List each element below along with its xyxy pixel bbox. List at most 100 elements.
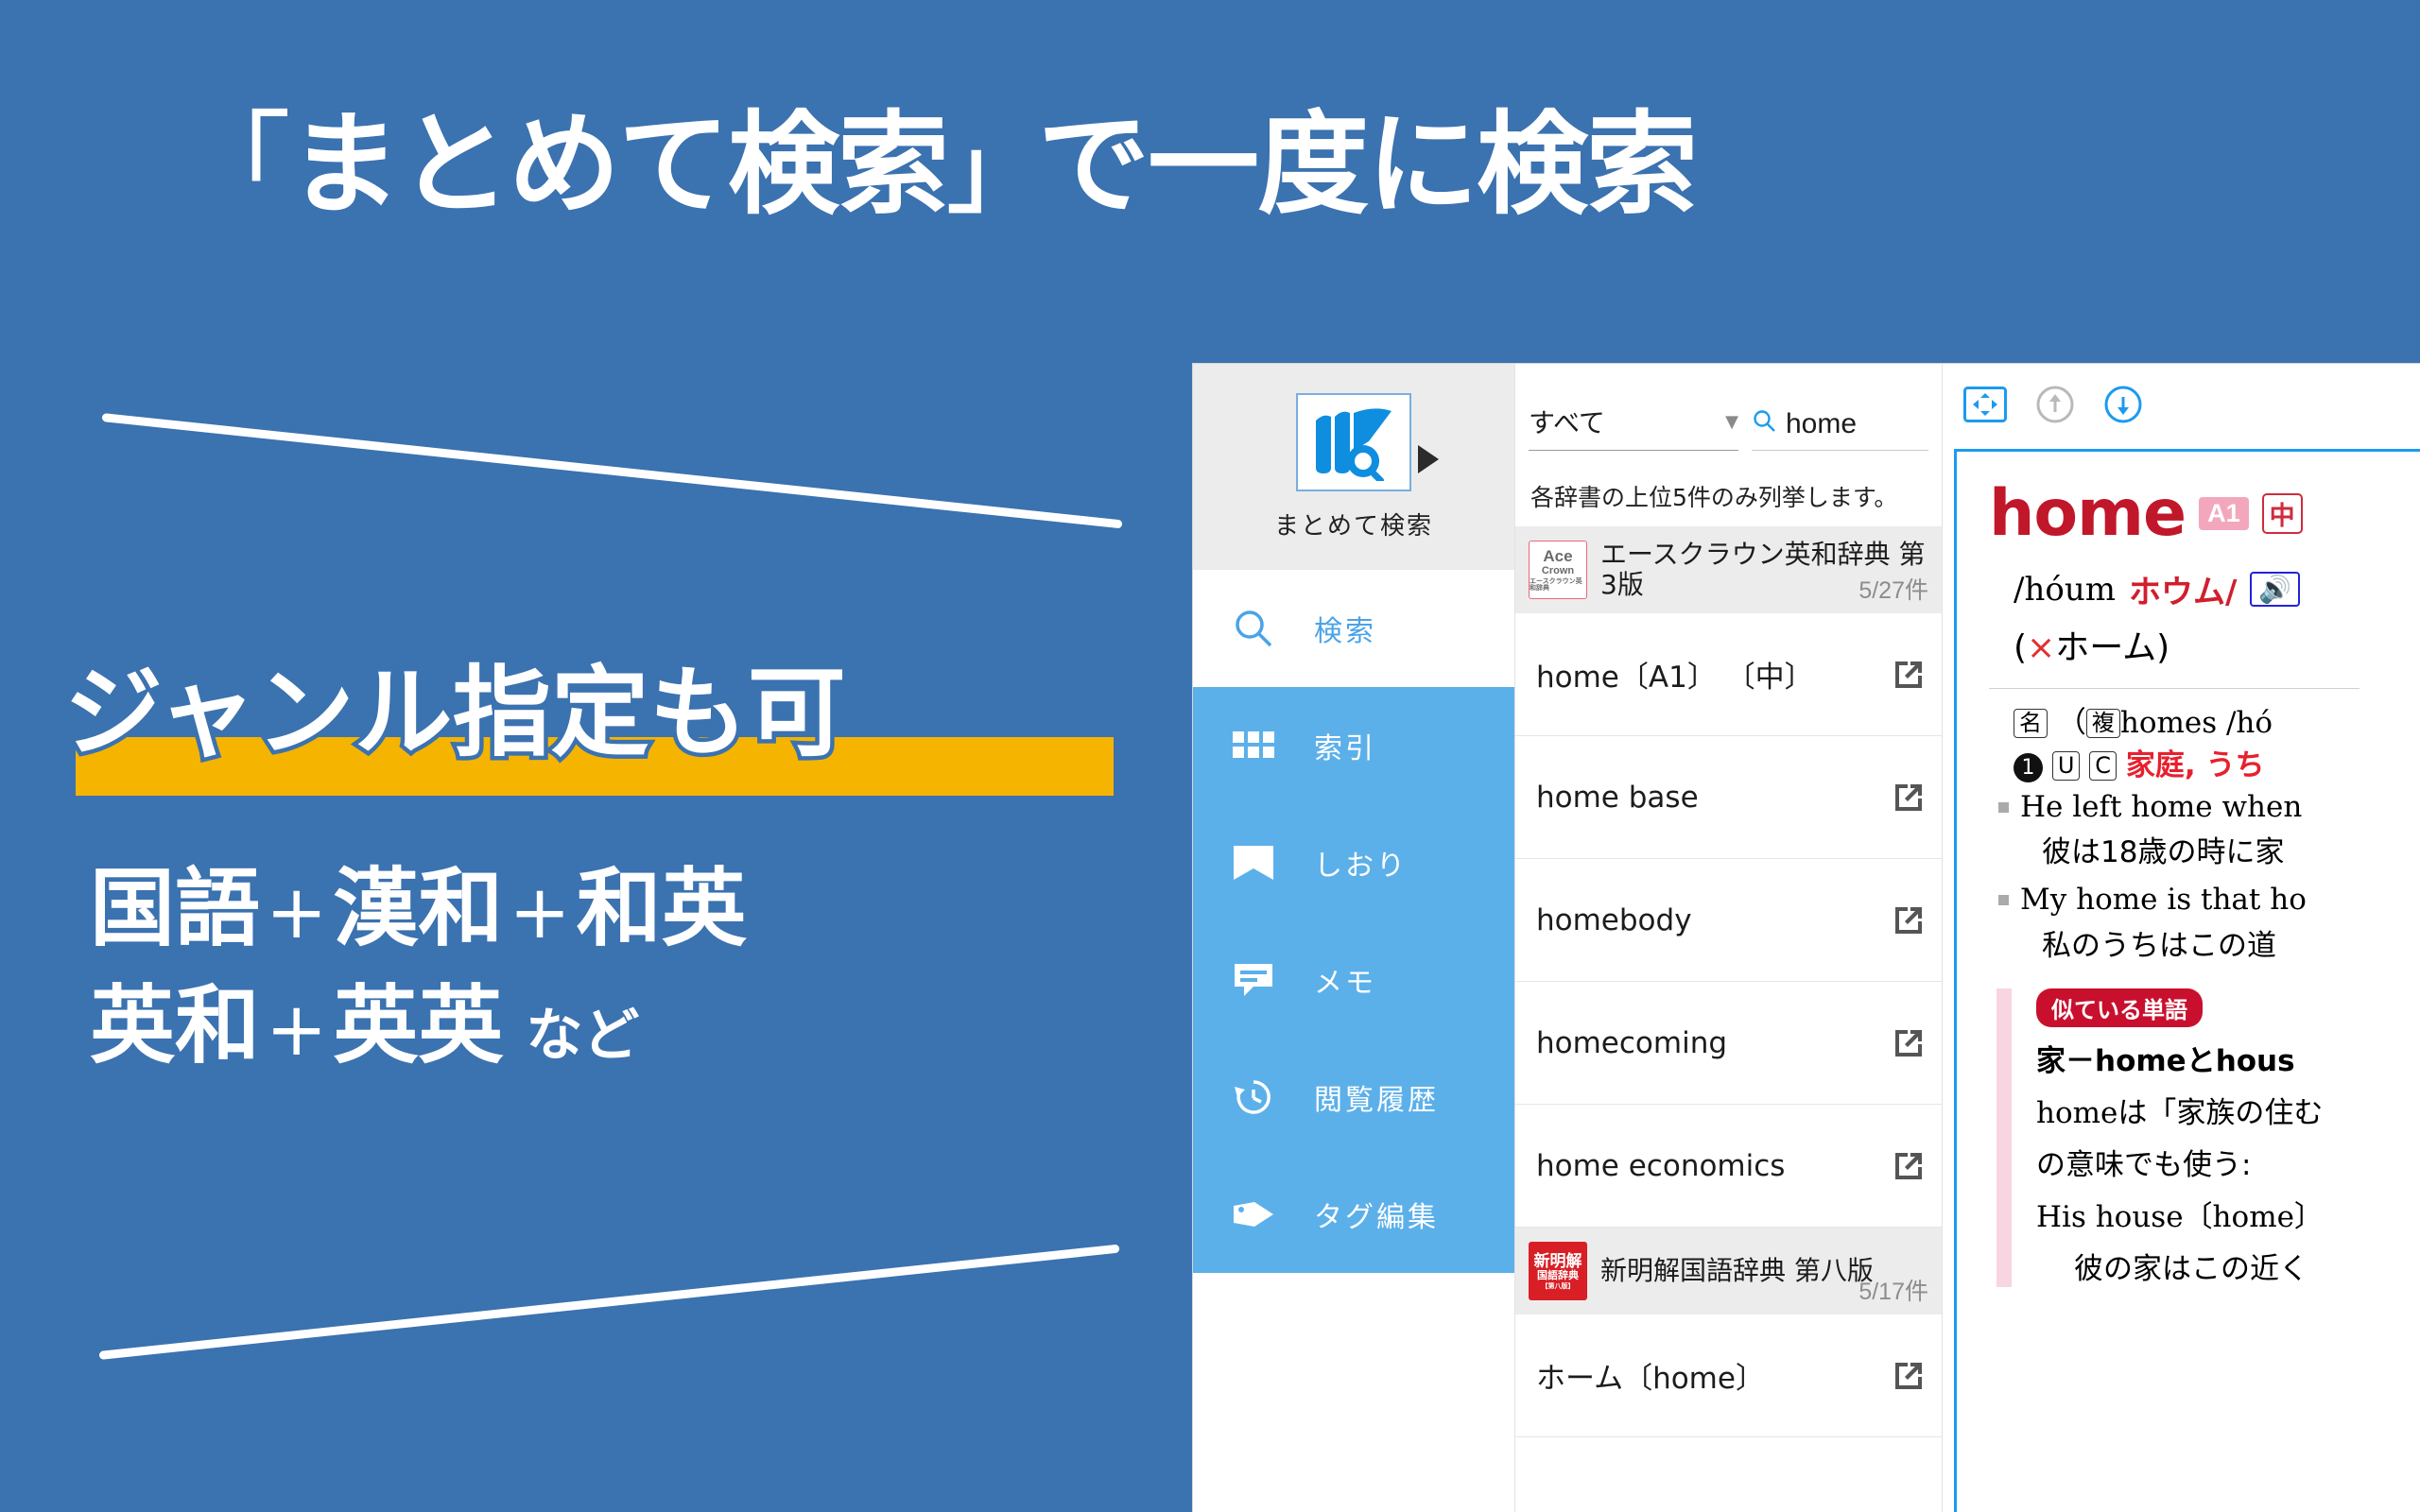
dictionary-hit-count: 5/27件 <box>1858 577 1928 604</box>
shinmeikai-logo-icon: 新明解 国語辞典 【第八版】 <box>1529 1242 1587 1300</box>
plural-text: homes /hó <box>2119 706 2273 740</box>
sidebar-item-label: 検索 <box>1314 615 1376 648</box>
part-of-speech-line: 名 （複 homes /hó <box>2014 702 2420 745</box>
cefr-level-badge: A1 <box>2199 497 2249 530</box>
search-query-value: home <box>1786 408 1858 439</box>
search-input[interactable]: home <box>1752 408 1928 451</box>
sidebar-item-label: 索引 <box>1314 732 1376 765</box>
entry-headword-row: home A1 中 <box>1989 476 2420 551</box>
similar-line: の意味でも使う: <box>2036 1147 2252 1182</box>
brand-header[interactable]: まとめて検索 <box>1193 364 1514 570</box>
genre-select[interactable]: すべて ▼ <box>1529 403 1738 451</box>
similar-words-badge: 似ている単語 <box>2036 988 2203 1027</box>
list-item[interactable]: ホーム〔home〕 <box>1515 1314 1942 1437</box>
open-external-icon[interactable] <box>1893 659 1925 691</box>
open-external-icon[interactable] <box>1893 782 1925 814</box>
incorrect-mark-icon: × <box>2027 628 2056 667</box>
bullet-icon <box>1998 801 2009 813</box>
arrow-down-circle-icon[interactable] <box>2103 385 2143 429</box>
app-window: まとめて検索 検索 索引 しおり メモ 閲覧履歴 タグ編集 すべて ▼ home… <box>1193 364 2420 1512</box>
sidebar-item-search[interactable]: 検索 <box>1193 570 1514 687</box>
dictionary-group-header[interactable]: 新明解 国語辞典 【第八版】 新明解国語辞典 第八版 5/17件 <box>1515 1228 1942 1314</box>
example-text: My home is that ho <box>2020 883 2307 918</box>
bookmark-icon <box>1193 846 1314 880</box>
headline-open-bracket: 「 <box>180 99 291 230</box>
plus-2: + <box>509 870 571 955</box>
sidebar-item-label: 閲覧履歴 <box>1314 1084 1439 1117</box>
grid-icon <box>1193 731 1314 760</box>
dictionary-types-line-2: 英和+英英 など <box>90 968 747 1085</box>
fit-screen-icon[interactable] <box>1963 386 2007 427</box>
note-open-paren: ( <box>2014 628 2028 667</box>
multi-search-books-icon <box>1296 392 1411 491</box>
dictionary-title: 新明解国語辞典 第八版 <box>1600 1254 1874 1286</box>
sidebar-item-label: タグ編集 <box>1314 1201 1439 1234</box>
result-label: homebody <box>1536 902 1692 937</box>
sidebar-item-tag-edit[interactable]: タグ編集 <box>1193 1156 1514 1273</box>
type-kokugo: 国語 <box>90 859 260 958</box>
dictionary-types-line-1: 国語+漢和+和英 <box>90 850 747 968</box>
result-label: home〔A1〕 〔中〕 <box>1536 661 1814 695</box>
type-eiwa: 英和 <box>90 976 260 1076</box>
tag-icon <box>1193 1198 1314 1230</box>
dictionary-group-header[interactable]: Ace Crown エースクラウン英和辞典 エースクラウン英和辞典 第3版 5/… <box>1515 526 1942 613</box>
open-external-icon[interactable] <box>1893 1027 1925 1059</box>
sidebar-item-label: メモ <box>1314 967 1376 1000</box>
example-text: He left home when <box>2020 789 2303 824</box>
sidebar-item-index[interactable]: 索引 <box>1193 687 1514 804</box>
entry-content: home A1 中 /hóum ホウム/ 🔊 (×ホーム) 名 （複 homes … <box>1954 449 2420 1512</box>
dictionary-types-list: 国語+漢和+和英 英和+英英 など <box>90 850 747 1085</box>
arrow-up-circle-icon[interactable] <box>2035 385 2075 429</box>
result-label: home base <box>1536 780 1699 815</box>
list-item[interactable]: home economics <box>1515 1105 1942 1228</box>
example-en: He left home when <box>1998 787 2420 828</box>
phonetic-ipa: /hóum <box>2014 570 2116 609</box>
page-title: 「まとめて検索」で一度に検索 <box>180 74 1698 235</box>
sidebar-item-history[interactable]: 閲覧履歴 <box>1193 1039 1514 1156</box>
highlight-text: ジャンル指定も可 <box>60 655 851 770</box>
search-icon <box>1193 607 1314 650</box>
sidebar-item-bookmark[interactable]: しおり <box>1193 804 1514 921</box>
similar-words-box: 似ている単語 家－homeとhous homeは「家族の住む の意味でも使う: … <box>1996 988 2420 1287</box>
genre-value: すべて <box>1529 407 1605 438</box>
type-kanwa: 漢和 <box>333 859 504 958</box>
list-item[interactable]: homecoming <box>1515 982 1942 1105</box>
plus-3: + <box>266 988 328 1074</box>
example-en: My home is that ho <box>1998 880 2420 920</box>
open-external-icon[interactable] <box>1893 1150 1925 1182</box>
open-external-icon[interactable] <box>1893 904 1925 936</box>
example-ja: 彼は18歳の時に家 <box>2042 835 2285 870</box>
type-waei: 和英 <box>576 859 747 958</box>
similar-line: 家－homeとhous <box>2036 1043 2295 1078</box>
results-note: 各辞書の上位5件のみ列挙します。 <box>1530 484 1898 511</box>
pronunciation-row: /hóum ホウム/ 🔊 <box>2014 566 2420 612</box>
result-label: ホーム〔home〕 <box>1536 1362 1765 1396</box>
bullet-icon <box>1998 895 2009 906</box>
sidebar-item-label: しおり <box>1314 850 1408 883</box>
chevron-down-icon: ▼ <box>1725 411 1738 432</box>
pos-badge: 名 <box>2014 709 2048 738</box>
note-text: ホーム) <box>2055 628 2170 667</box>
headline-close-bracket: 」 <box>947 118 1040 226</box>
list-item[interactable]: home base <box>1515 736 1942 859</box>
sidebar: まとめて検索 検索 索引 しおり メモ 閲覧履歴 タグ編集 <box>1193 364 1514 1512</box>
level-badge: 中 <box>2261 493 2303 534</box>
ace-crown-logo-icon: Ace Crown エースクラウン英和辞典 <box>1529 541 1587 599</box>
list-item[interactable]: home〔A1〕 〔中〕 <box>1515 613 1942 736</box>
similar-line: homeは「家族の住む <box>2036 1095 2324 1130</box>
sense-gloss: 家庭, うち <box>2125 747 2265 782</box>
uncountable-badge: U <box>2051 750 2081 781</box>
pronunciation-note: (×ホーム) <box>2014 620 2420 669</box>
sidebar-item-memo[interactable]: メモ <box>1193 921 1514 1039</box>
result-label: home economics <box>1536 1148 1786 1183</box>
search-icon <box>1752 408 1776 440</box>
speaker-icon[interactable]: 🔊 <box>2250 572 2301 607</box>
expand-caret-icon[interactable] <box>1418 445 1439 473</box>
headline-main: まとめて検索 <box>289 99 949 230</box>
logo-line-2: Crown <box>1541 565 1575 576</box>
list-item[interactable]: homebody <box>1515 859 1942 982</box>
open-external-icon[interactable] <box>1893 1360 1925 1392</box>
promo-panel: 「まとめて検索」で一度に検索 ジャンル指定も可 国語+漢和+和英 英和+英英 など <box>0 0 1698 1512</box>
brand-label: まとめて検索 <box>1273 511 1433 541</box>
divider <box>1989 688 2360 689</box>
